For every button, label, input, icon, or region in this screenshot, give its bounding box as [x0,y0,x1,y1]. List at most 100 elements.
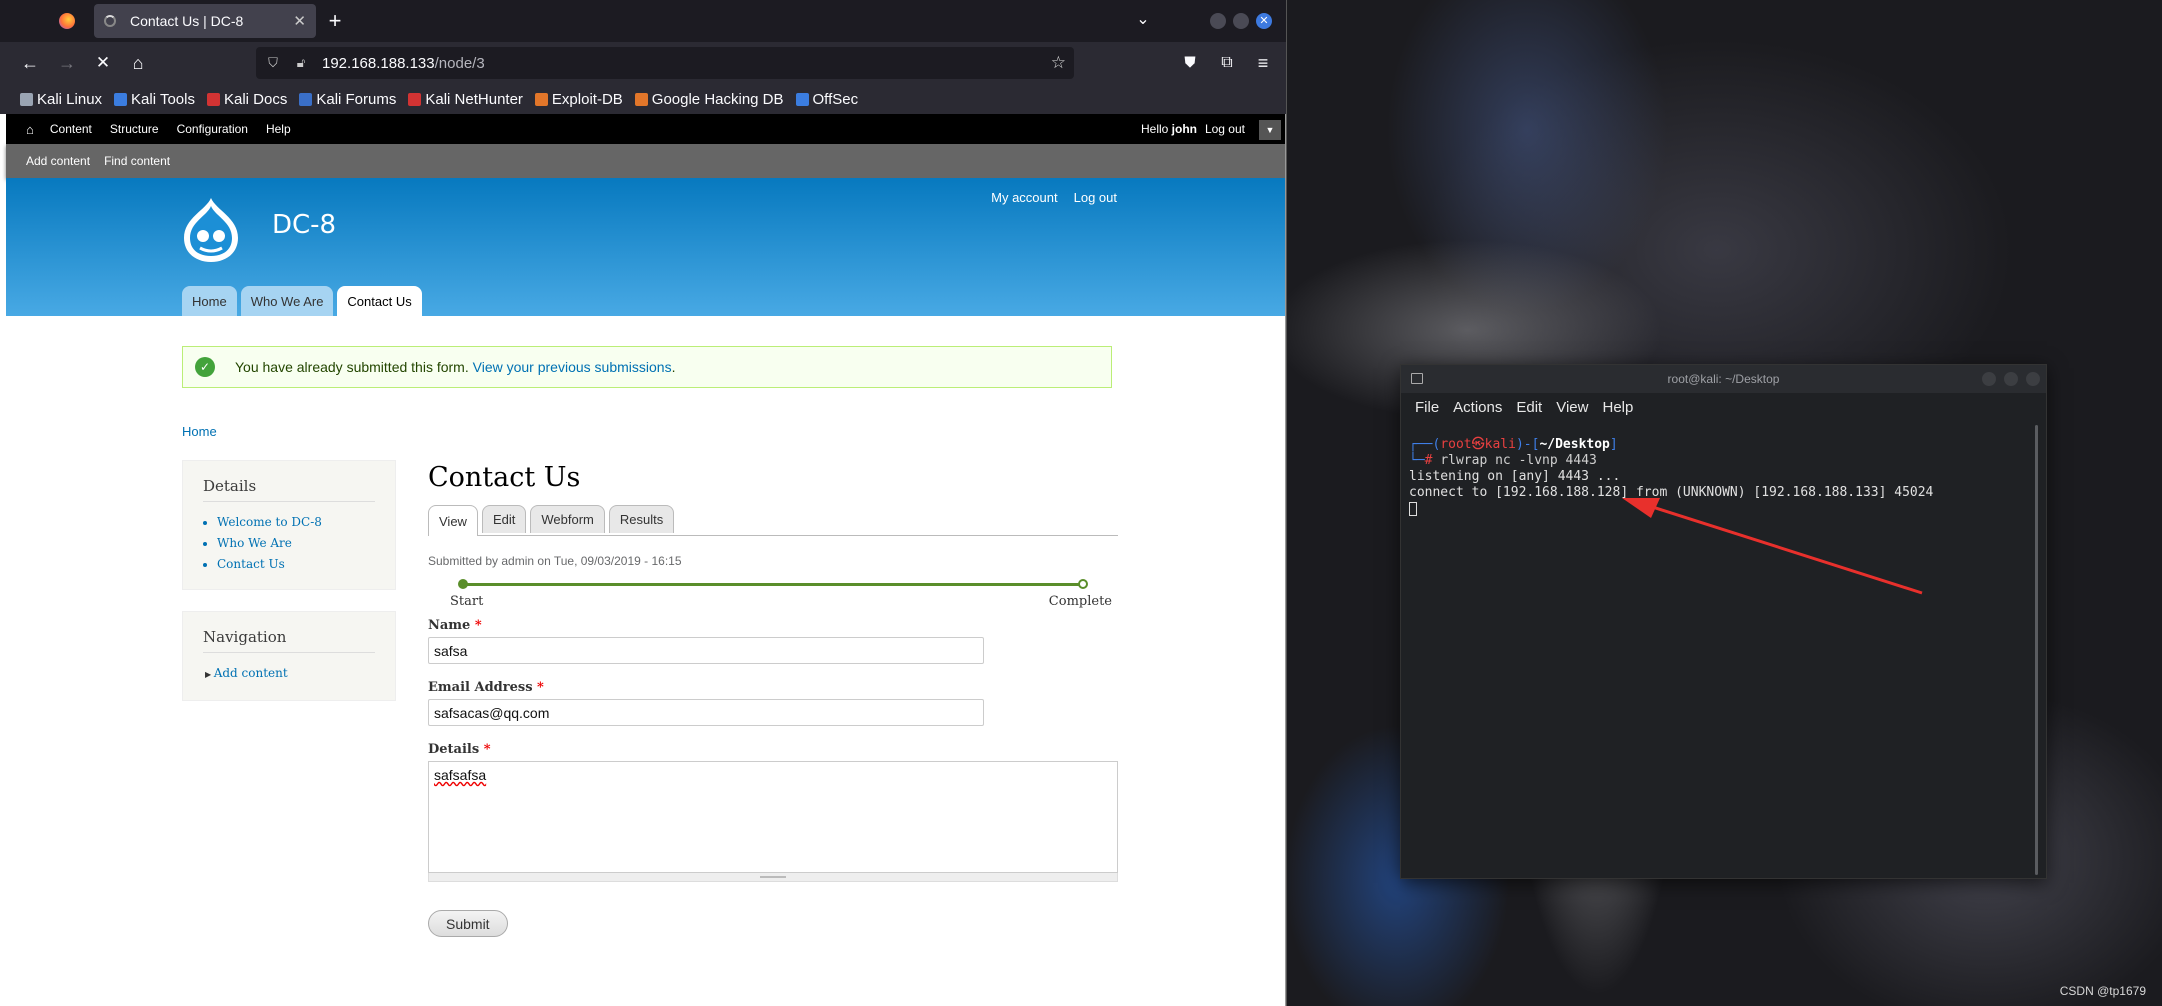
url-bar[interactable]: ⛉ 🔓︎ 192.168.188.133/node/3 ☆ [256,47,1074,79]
back-button[interactable]: ← [18,51,42,75]
pocket-icon[interactable]: ⛊ [1178,51,1202,75]
shortcut-add-content[interactable]: Add content [26,154,90,168]
output-line: listening on [any] 4443 ... [1409,469,1621,484]
terminal-menu-view[interactable]: View [1556,399,1588,416]
terminal-titlebar[interactable]: root@kali: ~/Desktop [1401,365,2046,393]
shortcut-find-content[interactable]: Find content [104,154,170,168]
bookmark-label: OffSec [812,90,859,108]
details-textarea[interactable]: safsafsa [428,761,1118,873]
sidebar-link-welcome[interactable]: Welcome to DC-8 [217,512,375,533]
terminal-menu-help[interactable]: Help [1602,399,1633,416]
bookmark-offsec[interactable]: OffSec [795,90,859,108]
status-message-text: You have already submitted this form. [235,359,469,375]
forward-button[interactable]: → [55,51,79,75]
terminal-menu-edit[interactable]: Edit [1516,399,1542,416]
bookmark-label: Kali Forums [316,90,397,108]
prompt-symbol: # [1424,453,1441,468]
prompt-line: ┌──(root㉿kali)-[~/Desktop] [1409,437,2032,453]
bookmark-google-hacking-db[interactable]: Google Hacking DB [634,90,784,108]
collapsed-arrow-icon: ▶ [205,670,214,679]
local-tasks: View Edit Webform Results [428,505,1118,536]
tab-webform[interactable]: Webform [530,505,605,533]
terminal-maximize-button[interactable] [2004,372,2018,386]
url-host: 192.168.188.133 [322,54,435,72]
toolbar-structure[interactable]: Structure [110,122,159,136]
browser-window: Contact Us | DC-8 ✕ + ⌄ ✕ ← → ✕ ⌂ ⛉ 🔓︎ 1… [0,0,1287,1006]
terminal-icon [1411,373,1423,384]
name-field[interactable]: safsa [428,637,984,664]
site-name[interactable]: DC-8 [272,210,336,240]
email-label: Email Address * [428,680,1118,695]
active-tab[interactable]: Contact Us | DC-8 ✕ [94,4,316,38]
page-scrollbar[interactable] [1285,114,1286,1006]
check-icon: ✓ [195,357,215,377]
navigation-toolbar: ← → ✕ ⌂ ⛉ 🔓︎ 192.168.188.133/node/3 ☆ ⛊ … [0,42,1286,84]
shield-icon[interactable]: ⛉ [262,55,284,71]
bookmark-kali-linux[interactable]: Kali Linux [20,91,102,108]
firefox-view-button[interactable] [52,9,82,33]
toolbar-configuration[interactable]: Configuration [177,122,248,136]
command-text: rlwrap nc -lvnp 4443 [1440,453,1597,468]
bookmark-kali-tools[interactable]: Kali Tools [114,91,195,108]
bookmarks-toolbar: Kali Linux Kali Tools Kali Docs Kali For… [0,84,1286,114]
output-line: connect to [192.168.188.128] from (UNKNO… [1409,485,1934,500]
stop-button[interactable]: ✕ [91,51,115,75]
bookmark-label: Google Hacking DB [651,90,784,108]
drupal-logo[interactable] [180,196,242,264]
terminal-minimize-button[interactable] [1982,372,1996,386]
list-all-tabs-button[interactable]: ⌄ [1131,9,1155,29]
my-account-link[interactable]: My account [991,190,1057,205]
extensions-icon[interactable]: ⧉ [1215,51,1239,75]
toolbar-help[interactable]: Help [266,122,291,136]
terminal-title: root@kali: ~/Desktop [1667,372,1780,386]
terminal-menu-actions[interactable]: Actions [1453,399,1502,416]
close-window-button[interactable]: ✕ [1256,13,1272,29]
menu-icon[interactable]: ≡ [1251,51,1275,75]
toolbar-content[interactable]: Content [50,122,92,136]
home-button[interactable]: ⌂ [126,51,150,75]
sidebar-link-contact-us[interactable]: Contact Us [217,554,375,575]
bookmark-kali-docs[interactable]: Kali Docs [206,91,287,108]
toolbar-logout[interactable]: Log out [1205,122,1245,136]
drupal-admin-toolbar: ⌂ Content Structure Configuration Help H… [6,114,1286,144]
required-mark: * [483,742,491,757]
bookmark-kali-forums[interactable]: Kali Forums [299,91,396,108]
main-menu-contact-us[interactable]: Contact Us [337,286,422,316]
firefox-icon [59,13,75,29]
nav-link-add-content[interactable]: ▶ Add content [205,663,375,685]
bookmark-star-icon[interactable]: ☆ [1051,53,1066,73]
toolbar-drawer-toggle[interactable]: ▼ [1259,120,1281,140]
breadcrumb[interactable]: Home [182,424,217,439]
home-icon[interactable]: ⌂ [26,122,34,137]
webform-progress-bar: Start Complete [428,576,1118,616]
insecure-lock-icon[interactable]: 🔓︎ [290,55,312,71]
close-tab-icon[interactable]: ✕ [293,12,306,30]
textarea-resize-grip[interactable] [428,873,1118,882]
name-label: Name * [428,618,1118,633]
previous-submissions-link[interactable]: View your previous submissions [473,359,672,375]
maximize-button[interactable] [1233,13,1249,29]
terminal-cursor [1409,501,1417,516]
progress-end-dot [1078,579,1088,589]
tab-view[interactable]: View [428,505,478,536]
tab-edit[interactable]: Edit [481,505,527,533]
terminal-menu-file[interactable]: File [1415,399,1439,416]
new-tab-button[interactable]: + [322,8,348,34]
main-menu-home[interactable]: Home [182,286,237,316]
submit-button[interactable]: Submit [428,910,508,937]
bookmark-kali-nethunter[interactable]: Kali NetHunter [408,91,523,108]
minimize-button[interactable] [1210,13,1226,29]
sidebar-link-who-we-are[interactable]: Who We Are [217,533,375,554]
hello-user[interactable]: Hello john [1141,122,1197,136]
bookmark-exploit-db[interactable]: Exploit-DB [534,91,623,108]
kali-docs-icon [206,92,220,106]
required-mark: * [537,680,544,695]
terminal-close-button[interactable] [2026,372,2040,386]
email-field[interactable]: safsacas@qq.com [428,699,984,726]
terminal-scrollbar[interactable] [2035,425,2038,875]
terminal-output[interactable]: ┌──(root㉿kali)-[~/Desktop] └─# rlwrap nc… [1409,437,2032,868]
logout-link[interactable]: Log out [1074,190,1117,205]
tab-results[interactable]: Results [608,505,675,533]
prompt-user: root [1440,437,1472,452]
main-menu-who-we-are[interactable]: Who We Are [240,286,334,316]
